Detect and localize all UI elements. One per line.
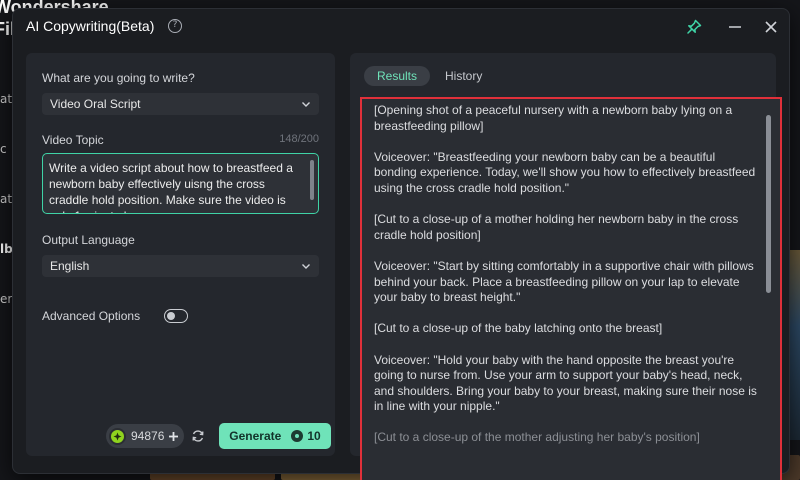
settings-panel: What are you going to write? Video Oral … <box>26 53 335 456</box>
script-paragraph: Voiceover: "Breastfeeding your newborn b… <box>374 149 756 195</box>
script-paragraph: Voiceover: "Hold your baby with the hand… <box>374 352 757 414</box>
topic-char-counter: 148/200 <box>279 133 319 145</box>
results-fade-overlay <box>362 443 780 480</box>
minimize-icon[interactable] <box>726 18 744 36</box>
output-language-select[interactable]: English <box>42 255 319 277</box>
chevron-down-icon <box>302 264 310 269</box>
advanced-options-toggle[interactable] <box>164 309 188 323</box>
tab-history[interactable]: History <box>445 66 482 86</box>
script-paragraph: Voiceover: "Start by sitting comfortably… <box>374 258 754 305</box>
credits-count: 94876 <box>131 429 165 443</box>
dialog-title-bar: AI Copywriting(Beta) ? <box>13 9 789 45</box>
generate-label: Generate <box>229 429 282 443</box>
chevron-down-icon <box>302 102 310 107</box>
background-side-label: lb <box>0 242 13 256</box>
credits-coin-icon <box>109 427 126 445</box>
help-icon[interactable]: ? <box>168 19 182 33</box>
write-type-value: Video Oral Script <box>50 97 141 111</box>
write-type-label: What are you going to write? <box>42 71 195 85</box>
script-paragraph: [Cut to a close-up of a mother holding h… <box>374 212 739 242</box>
output-language-value: English <box>50 259 90 273</box>
ai-copywriting-dialog: AI Copywriting(Beta) ? What are you goin… <box>12 8 790 480</box>
video-topic-label: Video Topic <box>42 133 104 147</box>
results-panel: Results History [Opening shot of a peace… <box>350 53 782 480</box>
topic-scrollbar[interactable] <box>310 160 314 200</box>
video-topic-text: Write a video script about how to breast… <box>49 161 293 213</box>
plus-icon[interactable] <box>168 431 179 442</box>
credits-badge[interactable]: 94876 <box>106 424 184 448</box>
results-scrollbar[interactable] <box>766 115 771 293</box>
script-paragraph: [Cut to a close-up of the baby latching … <box>374 321 663 336</box>
background-side-label: at <box>0 92 13 106</box>
generate-cost: 10 <box>307 429 321 443</box>
generate-button[interactable]: Generate 10 <box>219 423 331 449</box>
video-topic-input[interactable]: Write a video script about how to breast… <box>42 153 319 214</box>
refresh-icon[interactable] <box>191 429 205 443</box>
output-language-label: Output Language <box>42 233 135 247</box>
tab-results[interactable]: Results <box>364 66 430 86</box>
background-side-label: at <box>0 192 13 206</box>
generated-script-text: [Opening shot of a peaceful nursery with… <box>362 99 780 446</box>
background-side-label: er <box>0 292 13 306</box>
coin-icon <box>291 430 304 442</box>
background-side-label: c <box>0 142 7 156</box>
close-icon[interactable] <box>762 18 780 36</box>
toggle-knob <box>167 312 175 320</box>
advanced-options-label: Advanced Options <box>42 309 141 323</box>
generated-script-output[interactable]: [Opening shot of a peaceful nursery with… <box>360 97 782 480</box>
pin-icon[interactable] <box>685 18 703 36</box>
write-type-select[interactable]: Video Oral Script <box>42 93 319 115</box>
script-paragraph: [Opening shot of a peaceful nursery with… <box>374 103 733 133</box>
dialog-title: AI Copywriting(Beta) <box>26 18 155 34</box>
